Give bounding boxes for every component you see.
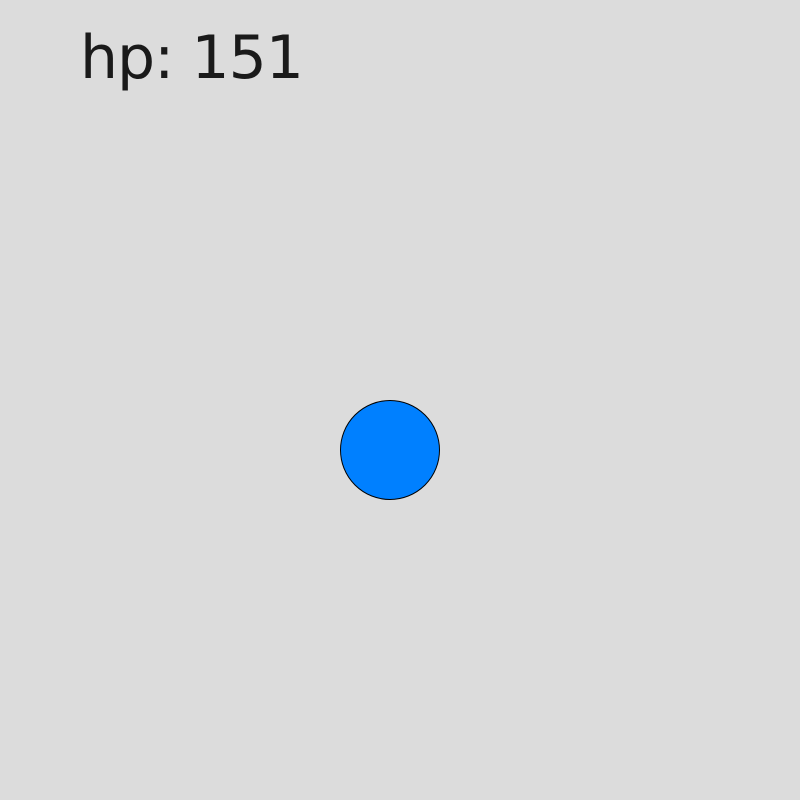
- hp-prefix: hp:: [80, 23, 192, 93]
- hp-display: hp: 151: [80, 20, 304, 96]
- hp-value: 151: [191, 23, 304, 93]
- game-canvas[interactable]: hp: 151: [0, 0, 800, 800]
- player-circle: [340, 400, 440, 500]
